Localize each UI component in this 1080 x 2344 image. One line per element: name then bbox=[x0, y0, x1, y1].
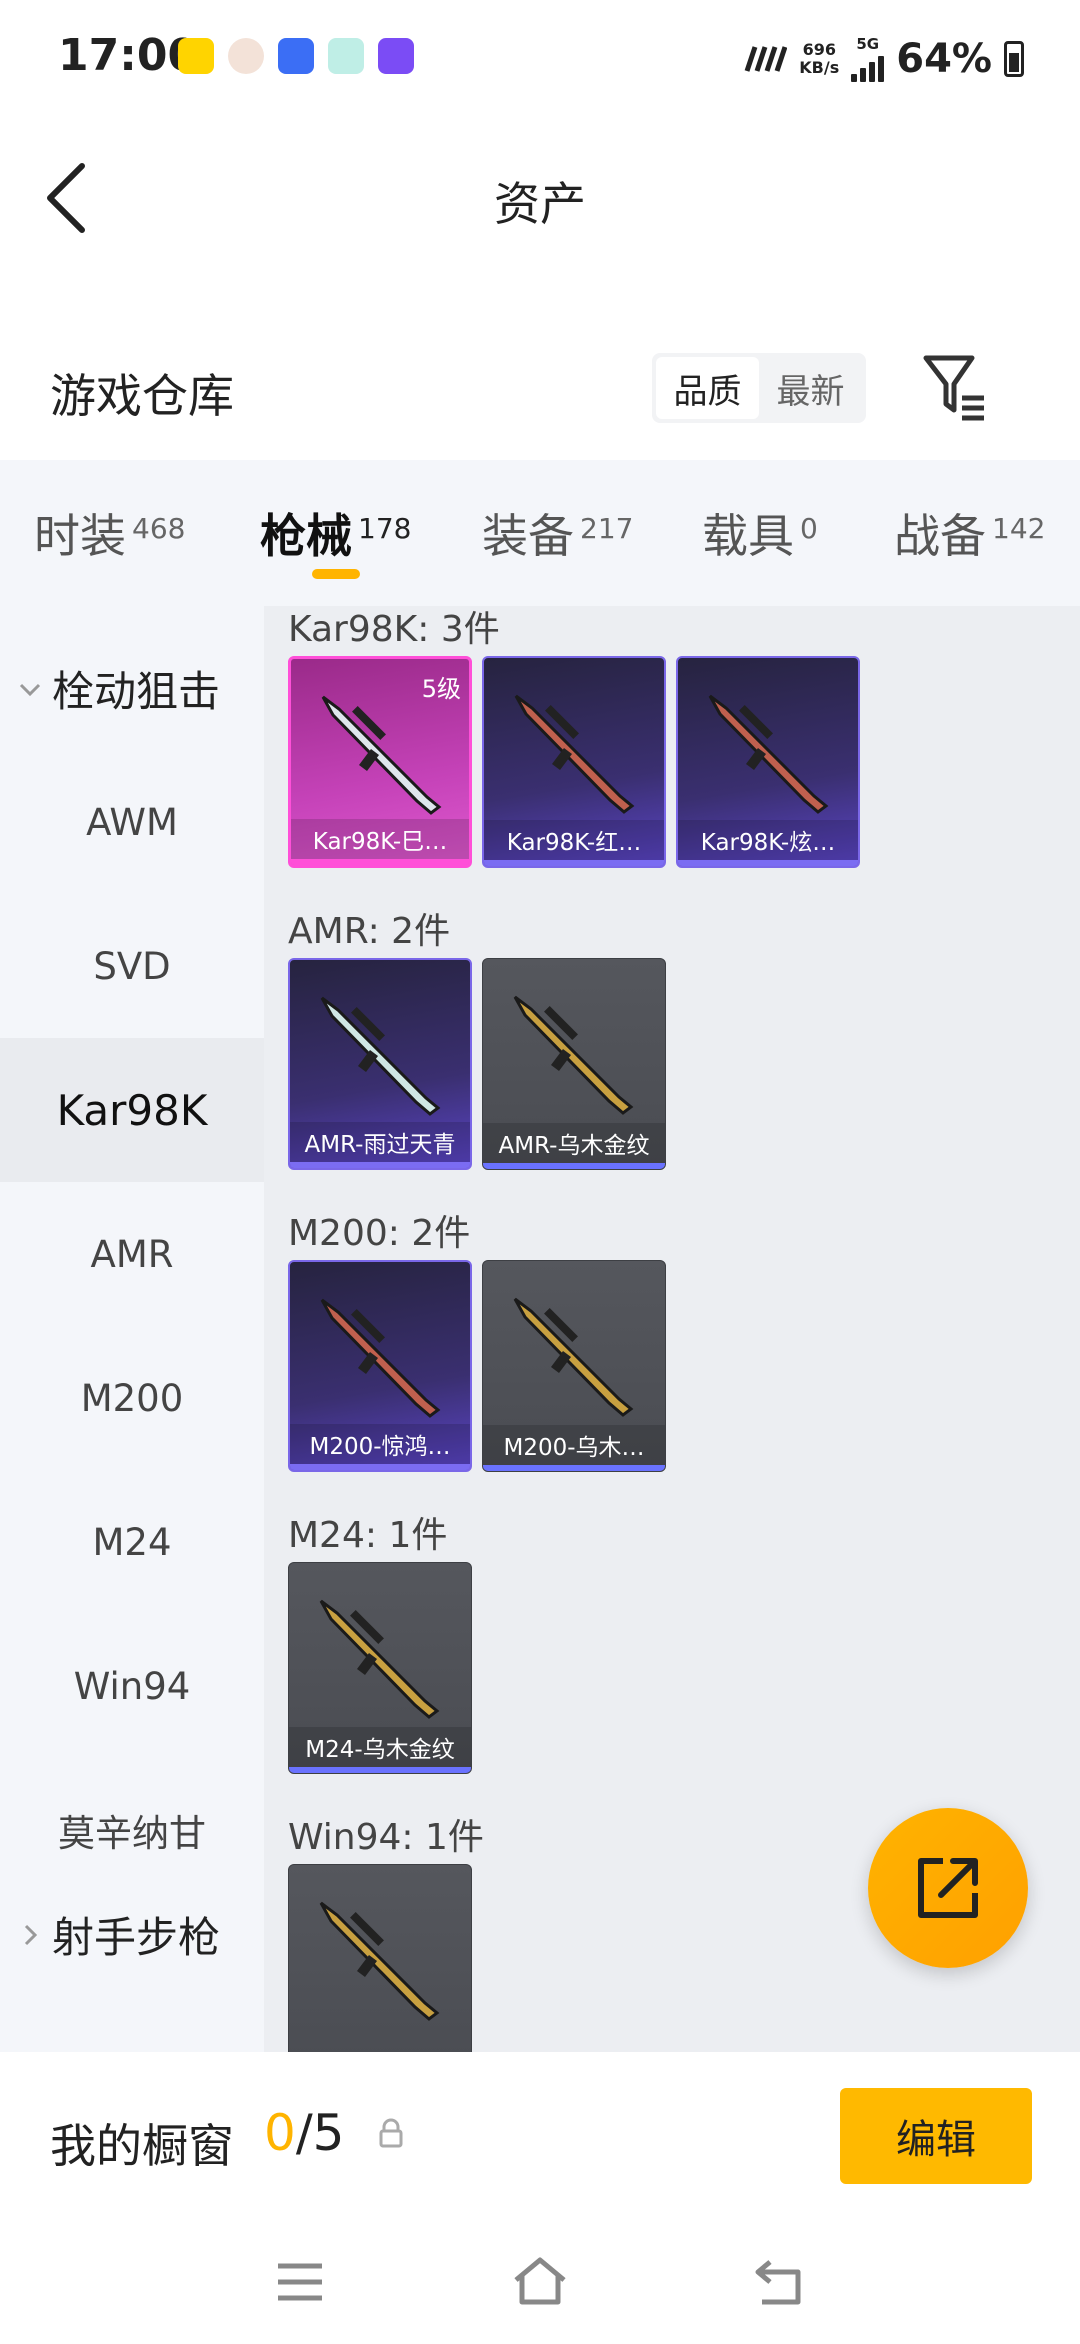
rifle-icon bbox=[513, 1297, 634, 1417]
weapon-card-name: AMR-乌木金纹 bbox=[483, 1123, 665, 1163]
signal-icon: 5G bbox=[851, 36, 885, 82]
sidebar-item-win94[interactable]: Win94 bbox=[0, 1614, 264, 1758]
sort-newest-option[interactable]: 最新 bbox=[759, 357, 862, 419]
weapon-card[interactable]: Kar98K-红… bbox=[482, 656, 666, 868]
rarity-stripe bbox=[290, 1464, 470, 1470]
group-label: M200: 2件 bbox=[288, 1213, 471, 1254]
sidebar-group-bolt-action[interactable]: 栓动狙击 bbox=[18, 658, 220, 719]
rifle-icon bbox=[319, 1599, 440, 1719]
rifle-icon bbox=[320, 1298, 441, 1418]
rifle-icon bbox=[514, 694, 635, 814]
section-title: 游戏仓库 bbox=[50, 369, 234, 423]
sidebar-group-marksman-rifle[interactable]: 射手步枪 bbox=[18, 1904, 220, 1965]
message-notification-icon bbox=[328, 38, 364, 74]
lock-icon bbox=[379, 2118, 403, 2148]
edit-button[interactable]: 编辑 bbox=[840, 2088, 1032, 2184]
showcase-label: 我的橱窗 bbox=[50, 2119, 234, 2173]
weapon-card[interactable]: M24-乌木金纹 bbox=[288, 1562, 472, 1774]
rifle-icon bbox=[319, 1901, 440, 2021]
sidebar-item-mosin-nagant[interactable]: 莫辛纳甘 bbox=[0, 1758, 264, 1902]
tab-vehicles[interactable]: 载具 0 bbox=[702, 500, 818, 566]
weapon-card-name: M200-惊鸿… bbox=[290, 1424, 470, 1464]
group-label: M24: 1件 bbox=[288, 1515, 448, 1556]
share-export-icon bbox=[918, 1858, 978, 1918]
back-nav-icon[interactable] bbox=[750, 2252, 810, 2312]
app-notification-icon bbox=[178, 38, 214, 74]
chevron-right-icon bbox=[24, 1924, 38, 1945]
sidebar-item-awm[interactable]: AWM bbox=[0, 750, 264, 894]
weapon-card-name: AMR-雨过天青 bbox=[290, 1122, 470, 1162]
weapon-card-name: Kar98K-炫… bbox=[678, 820, 858, 860]
sidebar-item-m200[interactable]: M200 bbox=[0, 1326, 264, 1470]
weapon-card-name: M24-乌木金纹 bbox=[289, 1727, 471, 1767]
menu-icon[interactable] bbox=[270, 2252, 330, 2312]
weapon-card[interactable]: AMR-雨过天青 bbox=[288, 958, 472, 1170]
rarity-stripe bbox=[289, 1767, 471, 1773]
active-tab-indicator bbox=[312, 569, 360, 579]
sidebar-item-kar98k[interactable]: Kar98K bbox=[0, 1038, 264, 1182]
weapon-card-name: M200-乌木… bbox=[483, 1425, 665, 1465]
sidebar-item-m24[interactable]: M24 bbox=[0, 1470, 264, 1614]
notification-icons bbox=[178, 38, 414, 74]
sort-toggle: 品质 最新 bbox=[652, 353, 866, 423]
home-icon[interactable] bbox=[510, 2252, 570, 2312]
battery-icon bbox=[1004, 41, 1024, 77]
rifle-icon bbox=[708, 694, 829, 814]
net-speed: 696 KB/s bbox=[799, 40, 840, 77]
rarity-stripe bbox=[483, 1163, 665, 1169]
group-label: Kar98K: 3件 bbox=[288, 609, 500, 650]
weapon-card-name: Kar98K-巳… bbox=[291, 819, 469, 859]
battery-percent: 64% bbox=[896, 36, 992, 82]
tab-fashion[interactable]: 时装 468 bbox=[34, 500, 185, 566]
rarity-stripe bbox=[484, 860, 664, 866]
share-button[interactable] bbox=[868, 1808, 1028, 1968]
rarity-stripe bbox=[290, 1162, 470, 1168]
group-label: AMR: 2件 bbox=[288, 911, 451, 952]
sort-quality-option[interactable]: 品质 bbox=[656, 357, 759, 419]
weapon-card-name: Kar98K-红… bbox=[484, 820, 664, 860]
rarity-stripe bbox=[291, 859, 469, 865]
rarity-stripe bbox=[483, 1465, 665, 1471]
tab-equipment[interactable]: 装备 217 bbox=[482, 500, 633, 566]
weapon-card[interactable]: 5级 Kar98K-巳… bbox=[288, 656, 472, 868]
chevron-down-icon bbox=[19, 683, 41, 696]
level-badge: 5级 bbox=[421, 675, 461, 703]
filter-icon[interactable] bbox=[920, 352, 988, 424]
weapon-card[interactable]: M200-乌木… bbox=[482, 1260, 666, 1472]
rifle-icon bbox=[320, 996, 441, 1116]
tab-firearms[interactable]: 枪械 178 bbox=[260, 500, 411, 566]
weapon-card[interactable]: AMR-乌木金纹 bbox=[482, 958, 666, 1170]
weapon-card[interactable]: Kar98K-炫… bbox=[676, 656, 860, 868]
tab-supplies[interactable]: 战备 142 bbox=[894, 500, 1045, 566]
page-title: 资产 bbox=[494, 177, 586, 231]
network-activity-icon bbox=[744, 46, 788, 72]
avatar-notification-icon bbox=[228, 38, 264, 74]
status-right: 696 KB/s 5G 64% bbox=[743, 36, 1024, 82]
weapon-type-sidebar: 栓动狙击 AWM SVD Kar98K AMR M200 M24 Win94 莫… bbox=[0, 606, 264, 2052]
showcase-count: 0/5 bbox=[264, 2104, 345, 2162]
store-notification-icon bbox=[378, 38, 414, 74]
sidebar-item-svd[interactable]: SVD bbox=[0, 894, 264, 1038]
rarity-stripe bbox=[678, 860, 858, 866]
vivo-notification-icon bbox=[278, 38, 314, 74]
group-label: Win94: 1件 bbox=[288, 1817, 484, 1858]
weapon-card[interactable]: M200-惊鸿… bbox=[288, 1260, 472, 1472]
sidebar-item-amr[interactable]: AMR bbox=[0, 1182, 264, 1326]
weapon-card[interactable] bbox=[288, 1864, 472, 2052]
rifle-icon bbox=[513, 995, 634, 1115]
